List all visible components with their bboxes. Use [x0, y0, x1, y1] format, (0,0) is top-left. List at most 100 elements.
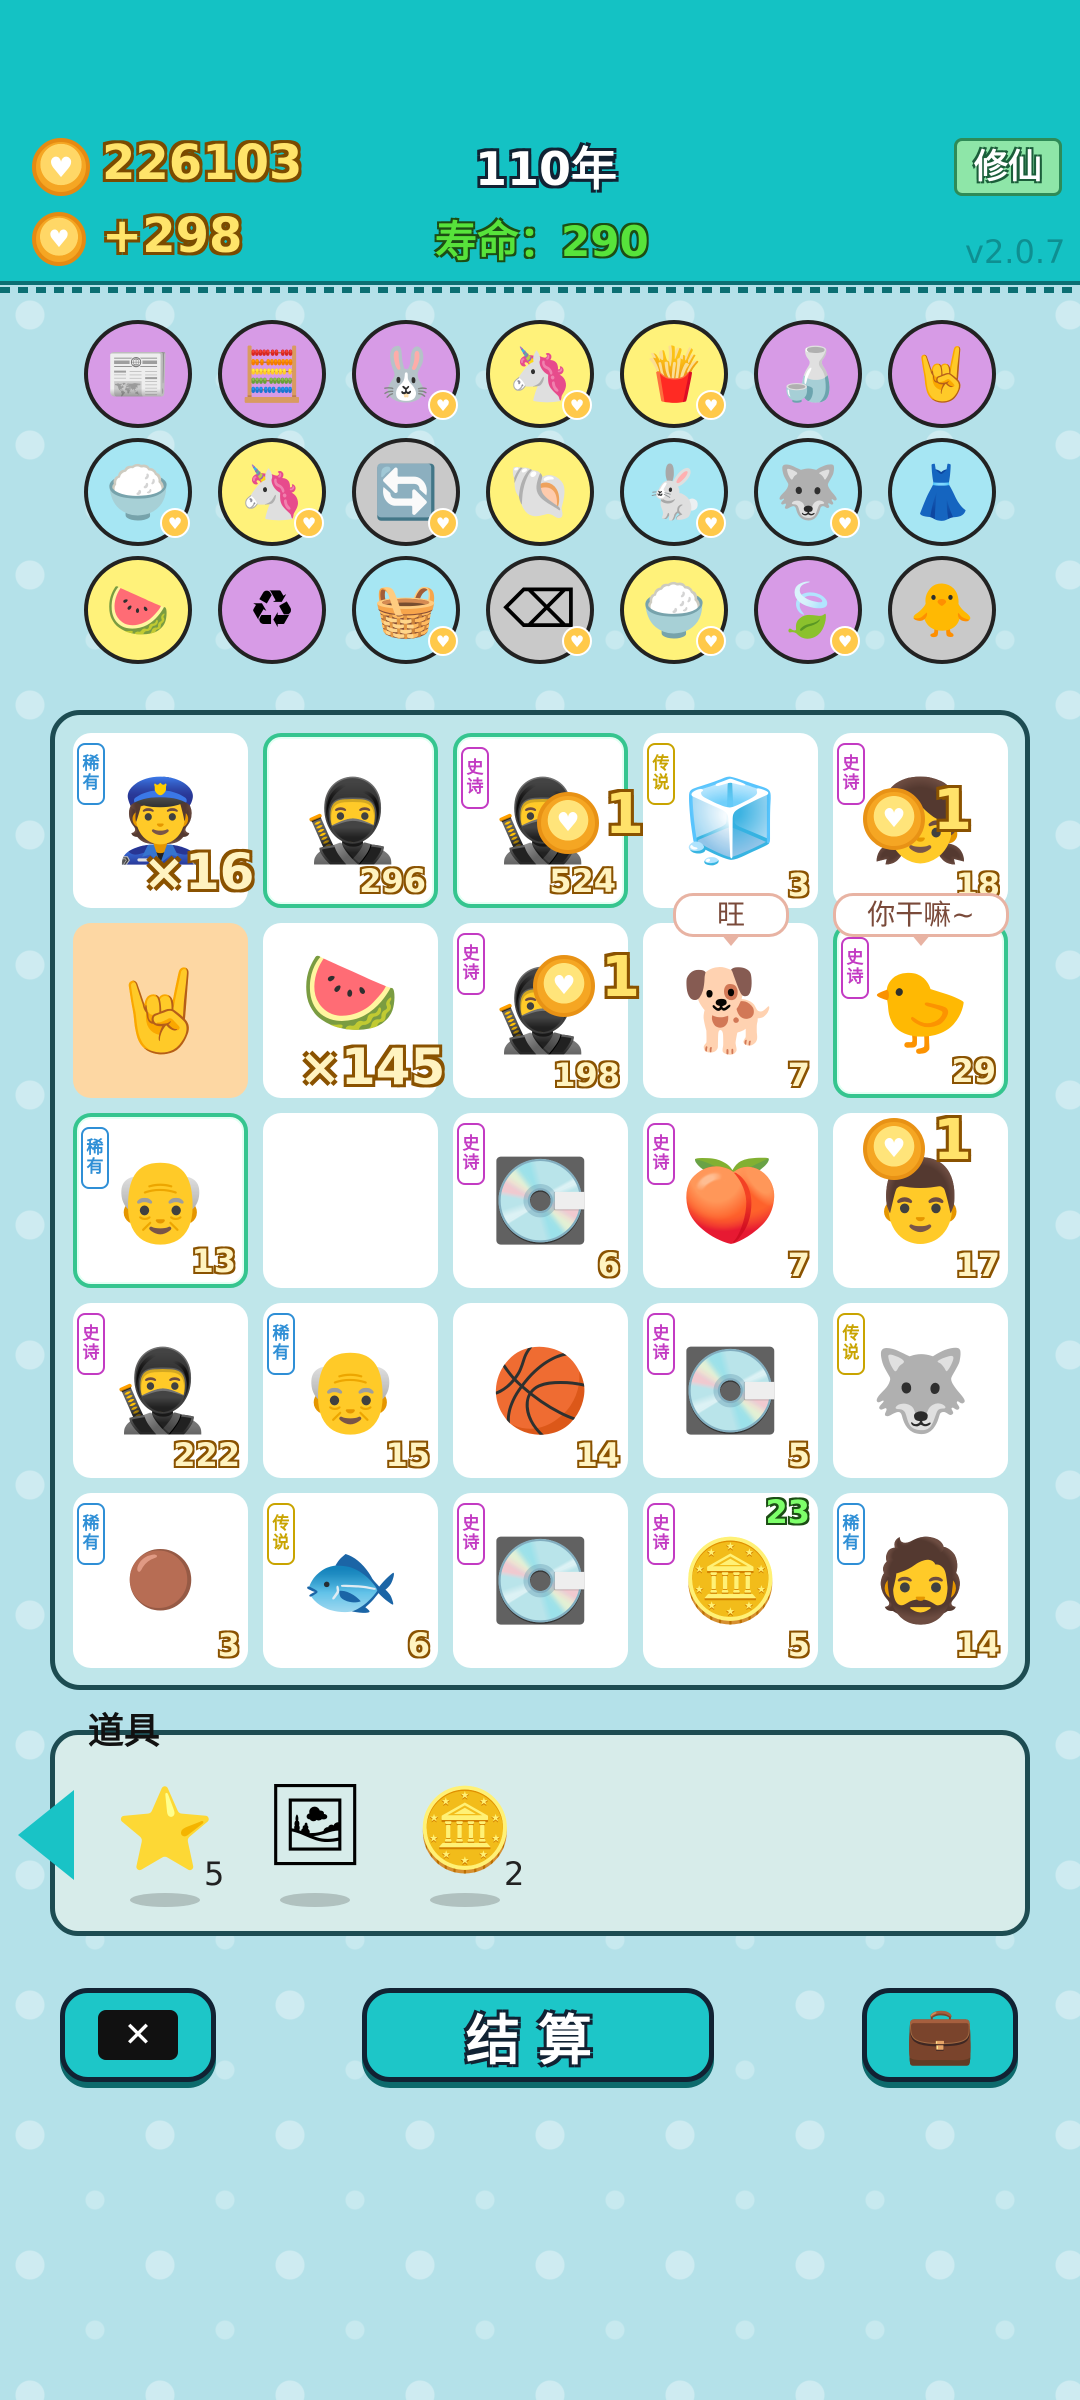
collection-basket-icon[interactable]: 🧺 ♥ [352, 556, 460, 664]
heart-coin-icon: ♥ [863, 788, 925, 850]
collection-bunny-icon[interactable]: 🐰 ♥ [352, 320, 460, 428]
rarity-tag: 史诗 [77, 1313, 105, 1375]
rarity-tag: 史诗 [647, 1503, 675, 1565]
board-cell-man[interactable]: 👨 ♥ 1 17 [833, 1108, 1008, 1288]
cell-value: 5 [787, 1436, 810, 1474]
board-cell-watermelon[interactable]: 🍉 ×145 [263, 923, 445, 1098]
board-cell-girl[interactable]: 史诗 👧 ♥ 1 18 [833, 733, 1008, 908]
heart-coin-icon: ♥ [428, 626, 458, 656]
board-cell-hat-man[interactable]: 稀有 🧔 14 [833, 1493, 1008, 1668]
heart-coin-icon: ♥ [428, 508, 458, 538]
bitcoin-pie-icon: 🪙 [680, 1533, 781, 1627]
settle-button[interactable]: 结算 [362, 1988, 714, 2082]
board-cell-bandit[interactable]: 史诗 🥷 ♥ 1 524 [453, 733, 644, 908]
board-cell-peach[interactable]: 史诗 🍑 7 [643, 1113, 818, 1288]
board-cell-chick-mop[interactable]: 史诗 🐤 29 [833, 923, 1008, 1098]
rarity-tag: 传说 [837, 1313, 865, 1375]
collection-skirt-icon[interactable]: 👗 [888, 438, 996, 546]
cell-value: 524 [549, 862, 616, 900]
cell-value: 5 [787, 1626, 810, 1664]
collection-rice-bowl-icon[interactable]: 🍚 ♥ [620, 556, 728, 664]
king-husky-icon: 🐺 [870, 1343, 971, 1437]
rarity-tag: 稀有 [77, 743, 105, 805]
frame-item-icon[interactable]: 🖼 [260, 1770, 370, 1880]
collection-leaf-icon[interactable]: 🍃 ♥ [754, 556, 862, 664]
collection-recycle-icon[interactable]: ♻ [218, 556, 326, 664]
board-cell-koi[interactable]: 传说 🐟 6 [263, 1493, 438, 1668]
heart-coin-icon: ♥ [696, 390, 726, 420]
board-cell-bandit[interactable]: 🥷 296 [263, 733, 438, 908]
collection-math-person-icon[interactable]: 🧮 [218, 320, 326, 428]
cell-top-value: 23 [765, 1493, 810, 1531]
rarity-tag: 稀有 [267, 1313, 295, 1375]
delete-button[interactable]: ✕ [60, 1988, 216, 2082]
cell-value: 198 [553, 1056, 620, 1094]
backpack-button[interactable]: 💼 [862, 1988, 1018, 2082]
board-cell-basketball-man[interactable]: 🏀 14 [453, 1303, 628, 1478]
collection-fruit-basket-icon[interactable]: 🍉 [84, 556, 192, 664]
board-cell-dog[interactable]: 🐕 7 [643, 923, 818, 1098]
multiplier-label: ×145 [299, 1038, 446, 1096]
dog-icon: 🐕 [680, 963, 781, 1057]
collection-unicorn-icon[interactable]: 🦄 ♥ [218, 438, 326, 546]
cell-value: 3 [787, 866, 810, 904]
board-cell-police[interactable]: 稀有 👮 ×16 [73, 733, 254, 908]
collection-time-magazine-icon[interactable]: 📰 [84, 320, 192, 428]
collection-milk-jar-icon[interactable]: 🍶 [754, 320, 862, 428]
heart-coin-icon: ♥ [830, 508, 860, 538]
board-cell-gpu[interactable]: 史诗 💽 6 [453, 1113, 628, 1288]
board-cell-bandit[interactable]: 史诗 🥷 222 [73, 1303, 248, 1478]
settle-label: 结算 [466, 2008, 610, 2072]
slot-board: 稀有 👮 ×16 🥷 296 史诗 🥷 ♥ 1 524 传说 🧊 3 史诗 👧 … [50, 710, 1030, 1690]
collection-delete-key-icon[interactable]: ⌫ ♥ [486, 556, 594, 664]
collection-rock-hand-icon[interactable]: 🤘 [888, 320, 996, 428]
collection-fries-icon[interactable]: 🍟 ♥ [620, 320, 728, 428]
board-cell-orange[interactable]: 稀有 🟤 3 [73, 1493, 248, 1668]
rarity-tag: 史诗 [457, 933, 485, 995]
coin-bonus: 1 [601, 945, 640, 1010]
heart-coin-icon: ♥ [294, 508, 324, 538]
board-cell-gpu[interactable]: 史诗 💽 [453, 1493, 628, 1668]
collection-chick-egg-icon[interactable]: 🐥 [888, 556, 996, 664]
lifespan: 寿命：290 [435, 217, 649, 266]
rarity-tag: 稀有 [837, 1503, 865, 1565]
cell-value: 7 [787, 1246, 810, 1284]
cell-value: 14 [575, 1436, 620, 1474]
board-cell-bitcoin-pie[interactable]: 史诗 🪙 23 5 [643, 1493, 818, 1668]
delete-key-icon: ✕ [98, 2010, 178, 2060]
speech-bubble: 旺 [673, 893, 789, 937]
coin-icon: ♥ [32, 138, 90, 196]
board-cell-empty[interactable] [263, 1113, 438, 1288]
board-cell-rock-hand[interactable]: 🤘 [73, 923, 248, 1098]
heart-coin-icon: ♥ [830, 626, 860, 656]
watermelon-icon: 🍉 [300, 946, 401, 1039]
collection-rice-bowl-icon[interactable]: 🍚 ♥ [84, 438, 192, 546]
cell-value: 7 [787, 1056, 810, 1094]
cell-value: 6 [597, 1246, 620, 1284]
rarity-tag: 史诗 [647, 1123, 675, 1185]
cell-value: 296 [359, 862, 426, 900]
speech-bubble: 你干嘛~ [833, 893, 1009, 937]
coin-item-count: 2 [504, 1855, 525, 1893]
gpu-icon: 💽 [490, 1153, 591, 1247]
collection-husky-icon[interactable]: 🐺 ♥ [754, 438, 862, 546]
board-cell-king-husky[interactable]: 传说 🐺 [833, 1303, 1008, 1478]
heart-coin-icon: ♥ [696, 508, 726, 538]
collection-shell-icon[interactable]: 🐚 [486, 438, 594, 546]
version-label: v2.0.7 [965, 233, 1066, 271]
board-cell-fridge[interactable]: 传说 🧊 3 [643, 733, 818, 908]
rarity-tag: 传说 [267, 1503, 295, 1565]
arrow-left-icon[interactable] [18, 1790, 74, 1880]
board-cell-bald-man[interactable]: 稀有 👴 13 [73, 1113, 248, 1288]
year-counter: 110年 [475, 142, 618, 196]
board-cell-bandit[interactable]: 史诗 🥷 ♥ 1 198 [453, 923, 640, 1098]
xiuxian-button[interactable]: 修仙 [954, 138, 1062, 196]
cell-value: 13 [191, 1242, 236, 1280]
item-shadow [430, 1893, 500, 1907]
board-cell-bald-man[interactable]: 稀有 👴 15 [263, 1303, 438, 1478]
collection-unicorn-icon[interactable]: 🦄 ♥ [486, 320, 594, 428]
fridge-icon: 🧊 [680, 773, 781, 867]
collection-bunny-icon[interactable]: 🐇 ♥ [620, 438, 728, 546]
board-cell-gpu[interactable]: 史诗 💽 5 [643, 1303, 818, 1478]
collection-refresh-icon[interactable]: 🔄 ♥ [352, 438, 460, 546]
